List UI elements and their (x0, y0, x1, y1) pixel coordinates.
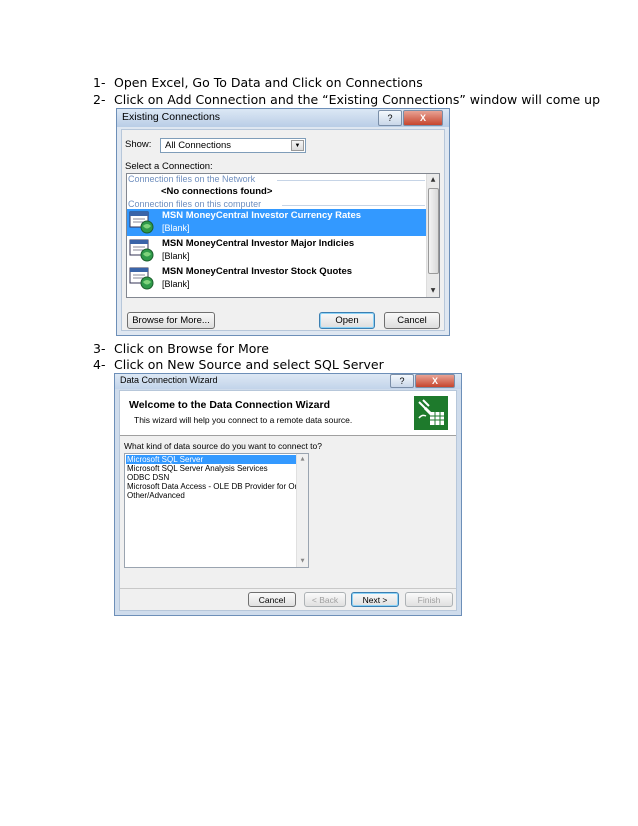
no-connections-text: <No connections found> (161, 186, 273, 197)
show-dropdown-value: All Connections (165, 140, 232, 151)
open-button[interactable]: Open (319, 312, 375, 329)
dialog-body: Show: All Connections ▼ Select a Connect… (121, 129, 445, 331)
step-1: 1- Open Excel, Go To Data and Click on Co… (93, 75, 423, 91)
wizard-heading: Welcome to the Data Connection Wizard (129, 399, 330, 411)
section-divider (277, 180, 425, 181)
connection-description: [Blank] (162, 279, 190, 289)
list-item[interactable]: Other/Advanced (126, 491, 307, 500)
data-source-question: What kind of data source do you want to … (124, 441, 322, 451)
dialog-titlebar[interactable]: Data Connection Wizard ? X (115, 374, 461, 389)
step-2: 2- Click on Add Connection and the “Exist… (93, 92, 600, 108)
list-item[interactable]: ODBC DSN (126, 473, 307, 482)
show-dropdown[interactable]: All Connections ▼ (160, 138, 306, 153)
step-4: 4- Click on New Source and select SQL Ser… (93, 357, 384, 373)
list-item[interactable]: Microsoft Data Access - OLE DB Provider … (126, 482, 308, 491)
connection-description: [Blank] (162, 251, 190, 261)
scroll-thumb[interactable] (428, 188, 439, 274)
dialog-title: Data Connection Wizard (120, 375, 218, 385)
connection-description: [Blank] (162, 223, 190, 233)
cancel-button[interactable]: Cancel (384, 312, 440, 329)
step-number: 3- (93, 341, 106, 356)
section-network-header: Connection files on the Network (128, 174, 256, 184)
list-scrollbar[interactable]: ▲ ▼ (296, 454, 308, 567)
section-divider (282, 205, 425, 206)
data-connection-icon (129, 211, 154, 234)
connection-item-stock-quotes[interactable]: MSN MoneyCentral Investor Stock Quotes [… (127, 265, 427, 292)
step-number: 2- (93, 92, 106, 107)
close-button[interactable]: X (403, 110, 443, 126)
plug-table-icon (414, 396, 448, 430)
step-text: Click on Browse for More (114, 341, 269, 356)
show-label: Show: (125, 139, 152, 150)
divider (120, 588, 456, 589)
scroll-up-icon[interactable]: ▲ (297, 454, 308, 465)
help-button[interactable]: ? (390, 374, 414, 388)
select-connection-label: Select a Connection: (125, 161, 213, 172)
data-connection-wizard-dialog: Data Connection Wizard ? X Welcome to th… (114, 373, 462, 616)
step-text: Open Excel, Go To Data and Click on Conn… (114, 75, 423, 90)
help-button[interactable]: ? (378, 110, 402, 126)
finish-button[interactable]: Finish (405, 592, 453, 607)
close-button[interactable]: X (415, 374, 455, 388)
scroll-up-icon[interactable]: ▲ (427, 174, 439, 186)
step-text: Click on Add Connection and the “Existin… (114, 92, 601, 107)
data-connection-icon (129, 239, 154, 262)
existing-connections-dialog: Existing Connections ? X Show: All Conne… (116, 108, 450, 336)
dialog-titlebar[interactable]: Existing Connections ? X (117, 109, 449, 127)
connection-name: MSN MoneyCentral Investor Currency Rates (162, 210, 362, 221)
chevron-down-icon[interactable]: ▼ (291, 140, 304, 151)
step-number: 4- (93, 357, 106, 372)
browse-for-more-button[interactable]: Browse for More... (127, 312, 215, 329)
connection-name: MSN MoneyCentral Investor Major Indicies (162, 238, 355, 249)
section-computer-header: Connection files on this computer (128, 199, 262, 209)
scroll-down-icon[interactable]: ▼ (297, 556, 308, 567)
dialog-title: Existing Connections (122, 111, 221, 123)
connection-item-currency-rates[interactable]: MSN MoneyCentral Investor Currency Rates… (127, 209, 427, 236)
list-item[interactable]: Microsoft SQL Server (126, 455, 307, 464)
data-connection-icon (129, 267, 154, 290)
cancel-button[interactable]: Cancel (248, 592, 296, 607)
connection-name: MSN MoneyCentral Investor Stock Quotes (162, 266, 353, 277)
list-scrollbar[interactable]: ▲ ▼ (426, 174, 439, 297)
next-button[interactable]: Next > (351, 592, 399, 607)
connection-item-major-indicies[interactable]: MSN MoneyCentral Investor Major Indicies… (127, 237, 427, 264)
dialog-body: Welcome to the Data Connection Wizard Th… (119, 390, 457, 611)
list-item[interactable]: Microsoft SQL Server Analysis Services (126, 464, 307, 473)
step-3: 3- Click on Browse for More (93, 341, 269, 357)
scroll-down-icon[interactable]: ▼ (427, 285, 439, 297)
step-number: 1- (93, 75, 106, 90)
connections-list[interactable]: Connection files on the Network <No conn… (126, 173, 440, 298)
data-source-list[interactable]: Microsoft SQL Server Microsoft SQL Serve… (124, 453, 309, 568)
wizard-subtext: This wizard will help you connect to a r… (134, 415, 353, 425)
step-text: Click on New Source and select SQL Serve… (114, 357, 384, 372)
wizard-header: Welcome to the Data Connection Wizard Th… (120, 391, 456, 436)
back-button[interactable]: < Back (304, 592, 346, 607)
